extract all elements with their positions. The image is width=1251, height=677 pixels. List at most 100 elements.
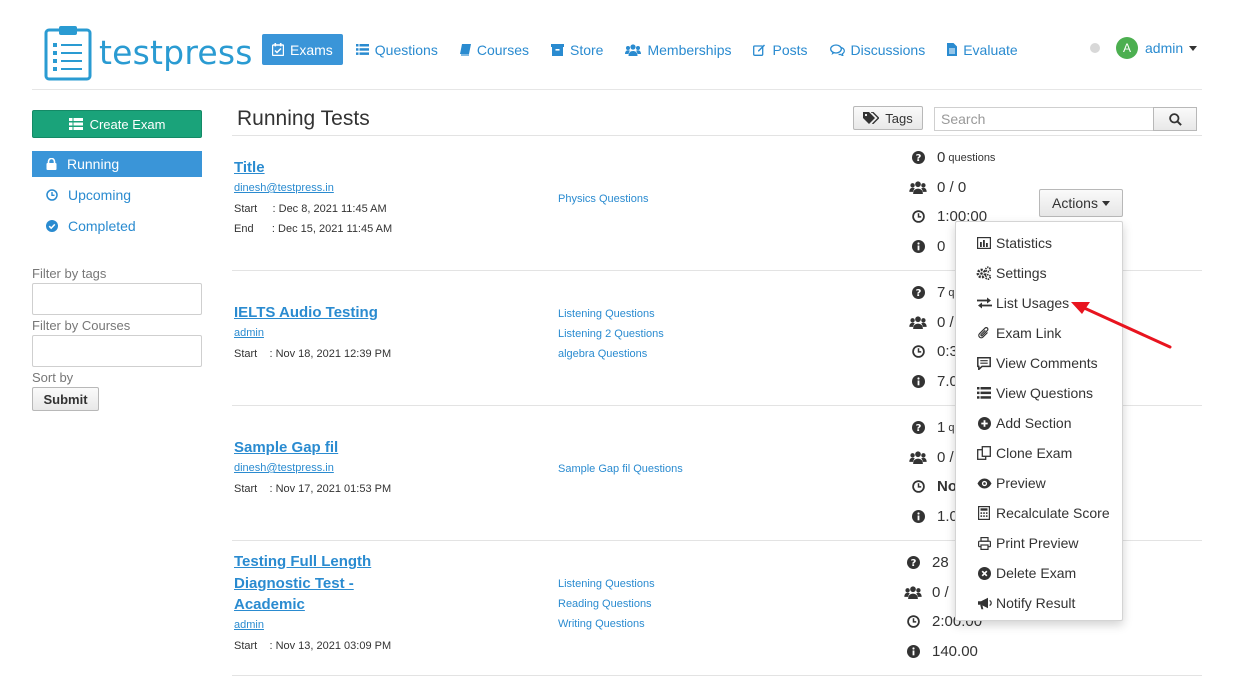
question-set-link[interactable]: Physics Questions: [558, 193, 648, 205]
nav-store[interactable]: Store: [543, 34, 611, 65]
users-icon: [625, 43, 642, 56]
nav-discussions[interactable]: Discussions: [822, 34, 934, 65]
menu-item-delete-exam[interactable]: Delete Exam: [956, 558, 1122, 588]
clock-icon: [908, 210, 928, 223]
bullhorn-icon: [975, 597, 993, 610]
search-button[interactable]: [1153, 107, 1197, 131]
exam-title[interactable]: Testing Full Length Diagnostic Test - Ac…: [234, 551, 371, 616]
users-icon: [908, 451, 928, 464]
exam-title[interactable]: Sample Gap fil: [234, 437, 338, 459]
exam-title[interactable]: IELTS Audio Testing: [234, 302, 378, 324]
nav-questions[interactable]: Questions: [348, 34, 446, 65]
sidebar-item-running[interactable]: Running: [32, 151, 202, 177]
stat-duration: No: [908, 478, 957, 495]
plus-circle-icon: [975, 416, 993, 430]
question-set-link[interactable]: Listening Questions: [558, 578, 655, 590]
submit-button[interactable]: Submit: [32, 387, 99, 411]
comments-icon: [829, 43, 845, 56]
users-icon: [908, 316, 928, 329]
question-set-link[interactable]: Sample Gap fil Questions: [558, 463, 683, 475]
page-title: Running Tests: [237, 107, 370, 130]
question-set-link[interactable]: Writing Questions: [558, 618, 645, 630]
stat-marks: 140.00: [903, 643, 978, 660]
calendar-check-icon: [272, 43, 284, 56]
stat-marks: 0: [908, 238, 945, 255]
exam-author[interactable]: dinesh@testpress.in: [234, 182, 334, 194]
question-circle-icon: ?: [908, 151, 928, 164]
menu-item-statistics[interactable]: Statistics: [956, 228, 1122, 258]
exam-title-line: Diagnostic Test -: [234, 574, 354, 592]
stat-questions: ? 7q: [908, 284, 954, 301]
stat-questions: ? 0 questions: [908, 149, 995, 166]
clipboard-logo-icon: [44, 26, 92, 81]
times-circle-icon: [975, 566, 993, 580]
stat-attempts: 0 / 0: [908, 179, 966, 196]
brand-name: testpress: [99, 33, 253, 72]
menu-item-recalculate-score[interactable]: Recalculate Score: [956, 498, 1122, 528]
nav-posts[interactable]: Posts: [745, 34, 815, 65]
list-icon: [355, 44, 369, 55]
menu-item-notify-result[interactable]: Notify Result: [956, 588, 1122, 618]
user-menu[interactable]: A admin: [1116, 37, 1198, 59]
cogs-icon: [975, 266, 993, 280]
list-icon: [975, 387, 993, 399]
print-icon: [975, 536, 993, 550]
actions-button[interactable]: Actions: [1039, 189, 1123, 217]
exam-author[interactable]: dinesh@testpress.in: [234, 462, 334, 474]
testpress-logo[interactable]: testpress: [44, 24, 253, 81]
header-divider: [32, 89, 1202, 90]
clone-icon: [975, 446, 993, 460]
edit-icon: [753, 44, 766, 56]
main-nav: Exams Questions Courses Store Membership…: [262, 34, 1032, 65]
tags-button[interactable]: Tags: [853, 106, 923, 130]
menu-item-print-preview[interactable]: Print Preview: [956, 528, 1122, 558]
paperclip-icon: [975, 326, 993, 340]
exam-title-line: Testing Full Length: [234, 553, 372, 570]
exam-title-line: Academic: [234, 596, 305, 613]
question-circle-icon: ?: [908, 286, 928, 299]
bar-chart-icon: [975, 237, 993, 249]
exam-start-date: Start : Dec 8, 2021 11:45 AM: [234, 203, 387, 215]
menu-item-preview[interactable]: Preview: [956, 468, 1122, 498]
filter-courses-input[interactable]: [32, 335, 202, 367]
info-circle-icon: [908, 510, 928, 523]
nav-courses[interactable]: Courses: [452, 34, 537, 65]
menu-item-view-comments[interactable]: View Comments: [956, 348, 1122, 378]
nav-evaluate[interactable]: Evaluate: [939, 34, 1025, 65]
filter-courses-label: Filter by Courses: [32, 318, 131, 333]
filter-tags-input[interactable]: [32, 283, 202, 315]
question-set-link[interactable]: Reading Questions: [558, 598, 652, 610]
nav-memberships[interactable]: Memberships: [617, 34, 739, 65]
create-exam-button[interactable]: Create Exam: [32, 110, 202, 138]
tags-icon: [863, 112, 880, 124]
search-input[interactable]: [934, 107, 1154, 131]
menu-item-add-section[interactable]: Add Section: [956, 408, 1122, 438]
avatar: A: [1116, 37, 1138, 59]
menu-item-settings[interactable]: Settings: [956, 258, 1122, 288]
menu-item-clone-exam[interactable]: Clone Exam: [956, 438, 1122, 468]
clock-icon: [46, 189, 58, 201]
exam-author[interactable]: admin: [234, 619, 264, 631]
exam-title[interactable]: Title: [234, 157, 265, 179]
menu-item-view-questions[interactable]: View Questions: [956, 378, 1122, 408]
annotation-arrow: [1071, 302, 1172, 349]
stat-duration: 0:3: [908, 343, 958, 360]
stat-attempts: 0 /: [908, 449, 954, 466]
users-icon: [903, 586, 923, 599]
comment-icon: [975, 356, 993, 370]
svg-text:?: ?: [915, 153, 921, 164]
sidebar-item-upcoming[interactable]: Upcoming: [32, 182, 202, 208]
nav-exams[interactable]: Exams: [262, 34, 343, 65]
calculator-icon: [975, 506, 993, 520]
exam-author[interactable]: admin: [234, 327, 264, 339]
table-list-icon: [68, 118, 83, 130]
stat-attempts: 0 /: [908, 314, 954, 331]
svg-text:?: ?: [910, 558, 916, 569]
status-indicator: [1090, 43, 1100, 53]
lock-icon: [46, 158, 57, 170]
question-set-link[interactable]: algebra Questions: [558, 348, 647, 360]
question-set-link[interactable]: Listening Questions: [558, 308, 655, 320]
sidebar-item-completed[interactable]: Completed: [32, 213, 202, 239]
users-icon: [908, 181, 928, 194]
question-set-link[interactable]: Listening 2 Questions: [558, 328, 664, 340]
